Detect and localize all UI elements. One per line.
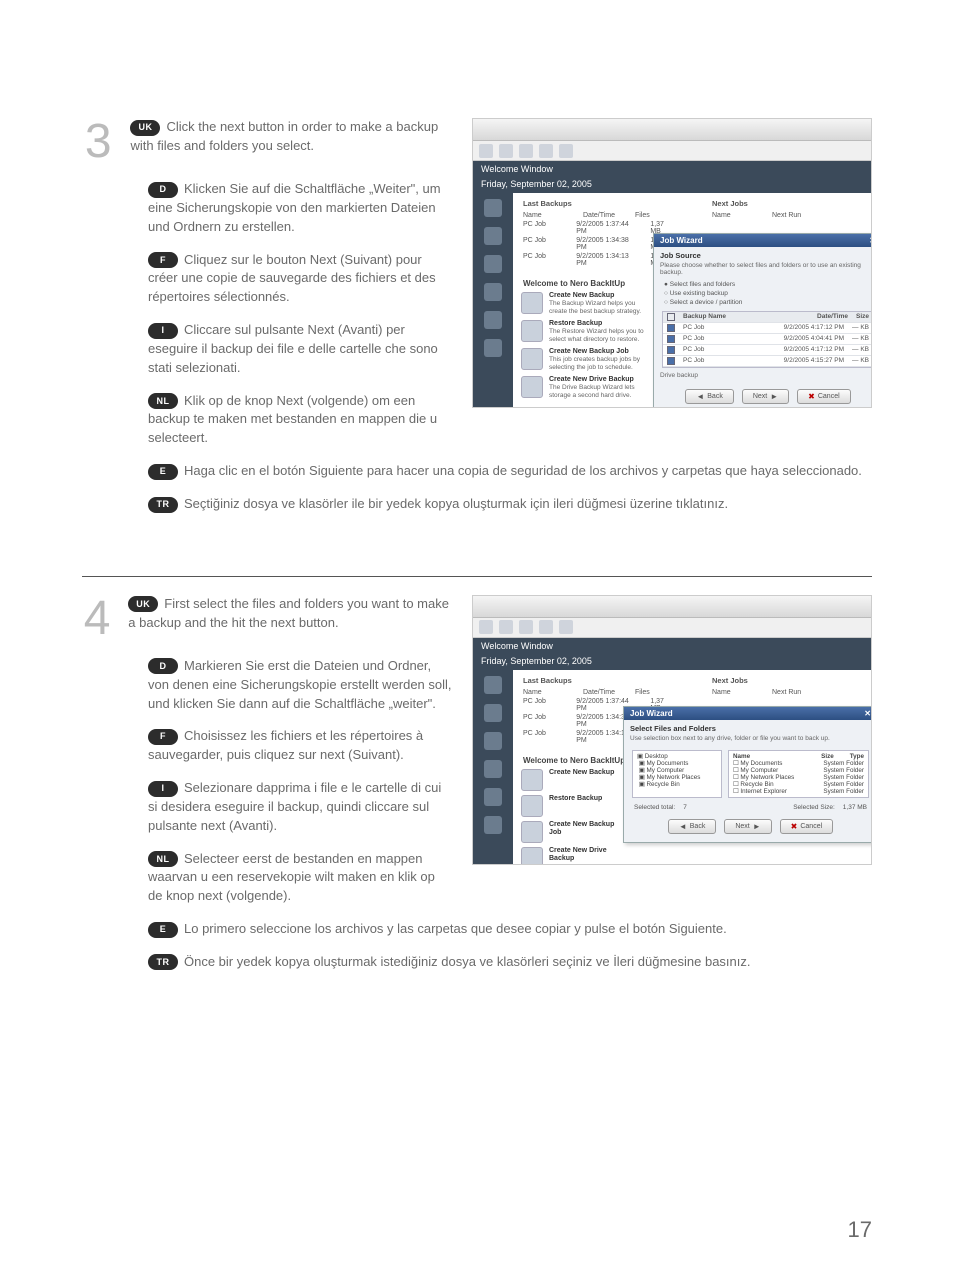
step-3-number: 3 xyxy=(82,118,114,166)
close-icon[interactable]: ✕ xyxy=(864,709,871,718)
step4-screenshot: Welcome Window Friday, September 02, 200… xyxy=(472,595,872,865)
badge-e: E xyxy=(148,922,178,938)
step-4-section: 4 UKFirst select the files and folders y… xyxy=(82,595,872,986)
backups-table: Backup NameDate/TimeSize PC Job9/2/2005 … xyxy=(662,311,872,368)
dialog-title: Job Wizard xyxy=(630,709,673,718)
back-button[interactable]: ◄Back xyxy=(685,389,733,404)
next-button[interactable]: Next► xyxy=(724,819,771,834)
next-button[interactable]: Next► xyxy=(742,389,789,404)
cancel-button[interactable]: ✖Cancel xyxy=(797,389,851,404)
job-wizard-dialog: Job Wizard✕ Job Source Please choose whe… xyxy=(653,233,872,408)
step-3-section: 3 UKClick the next button in order to ma… xyxy=(82,118,872,528)
cancel-button[interactable]: ✖Cancel xyxy=(780,819,834,834)
job-wizard-dialog: Job Wizard✕ Select Files and Folders Use… xyxy=(623,706,872,843)
badge-tr: TR xyxy=(148,954,178,970)
radio-existing-backup[interactable]: Use existing backup xyxy=(654,289,872,298)
dialog-section: Select Files and Folders xyxy=(624,720,872,735)
page-number: 17 xyxy=(848,1217,872,1243)
step4-tr: Önce bir yedek kopya oluşturmak istediği… xyxy=(184,954,750,969)
radio-select-files[interactable]: Select files and folders xyxy=(654,280,872,289)
step4-nl: Selecteer eerst de bestanden en mappen w… xyxy=(148,851,435,904)
step4-d: Markieren Sie erst die Dateien und Ordne… xyxy=(148,658,452,711)
step3-i: Cliccare sul pulsante Next (Avanti) per … xyxy=(148,322,438,375)
step3-screenshot: Welcome Window Friday, September 02, 200… xyxy=(472,118,872,408)
step3-nl: Klik op de knop Next (volgende) om een b… xyxy=(148,393,437,446)
step3-d: Klicken Sie auf die Schaltfläche „Weiter… xyxy=(148,181,441,234)
section-divider xyxy=(82,576,872,577)
file-tree[interactable]: ▣ Desktop ▣ My Documents ▣ My Computer ▣… xyxy=(632,750,869,798)
badge-nl: NL xyxy=(148,851,178,867)
step3-e: Haga clic en el botón Siguiente para hac… xyxy=(184,463,862,478)
dialog-title: Job Wizard xyxy=(660,236,703,245)
badge-uk: UK xyxy=(130,120,160,136)
next-jobs-header: Next Jobs xyxy=(712,199,861,208)
shot-welcome-window: Welcome Window xyxy=(473,161,871,177)
last-backups-header: Last Backups xyxy=(523,199,672,208)
badge-nl: NL xyxy=(148,393,178,409)
step4-e: Lo primero seleccione los archivos y las… xyxy=(184,921,727,936)
step3-f: Cliquez sur le bouton Next (Suivant) pou… xyxy=(148,252,436,305)
badge-e: E xyxy=(148,464,178,480)
close-icon[interactable]: ✕ xyxy=(869,236,872,245)
step4-i: Selezionare dapprima i file e le cartell… xyxy=(148,780,441,833)
step4-uk: First select the files and folders you w… xyxy=(128,596,449,630)
badge-d: D xyxy=(148,182,178,198)
badge-i: I xyxy=(148,781,178,797)
badge-i: I xyxy=(148,323,178,339)
badge-d: D xyxy=(148,658,178,674)
badge-tr: TR xyxy=(148,497,178,513)
step3-uk: Click the next button in order to make a… xyxy=(130,119,438,153)
badge-f: F xyxy=(148,252,178,268)
badge-uk: UK xyxy=(128,596,158,612)
dialog-section: Job Source xyxy=(654,247,872,262)
step-4-number: 4 xyxy=(82,595,112,643)
back-button[interactable]: ◄Back xyxy=(668,819,716,834)
badge-f: F xyxy=(148,729,178,745)
radio-device-partition[interactable]: Select a device / partition xyxy=(654,298,872,307)
step4-f: Choisissez les fichiers et les répertoir… xyxy=(148,728,423,762)
step3-tr: Seçtiğiniz dosya ve klasörler ile bir ye… xyxy=(184,496,728,511)
shot-date: Friday, September 02, 2005 xyxy=(473,177,871,193)
